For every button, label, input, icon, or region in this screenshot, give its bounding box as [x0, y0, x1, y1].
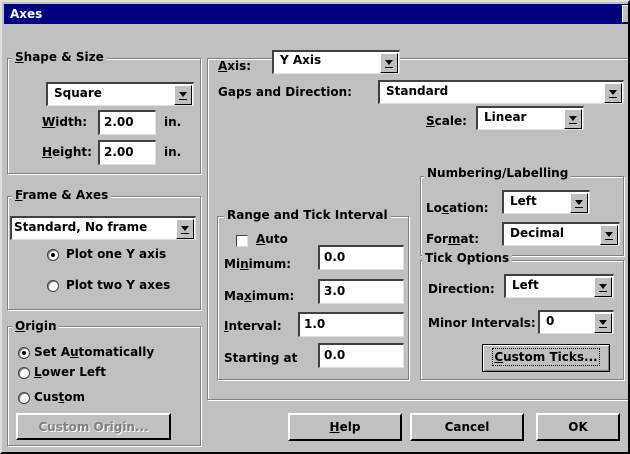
direction-label: Direction:: [428, 282, 495, 296]
axis-value: Y Axis: [280, 53, 322, 67]
minimum-field[interactable]: 0.0: [318, 245, 404, 270]
axes-dialog: Axes ✕ Shape & Size Square Width: 2.00 i…: [0, 0, 630, 454]
chevron-down-icon[interactable]: [176, 219, 194, 239]
frame-axes-title: Frame & Axes: [12, 188, 112, 202]
cancel-button[interactable]: Cancel: [410, 413, 524, 441]
chevron-down-icon[interactable]: [564, 109, 582, 129]
set-automatically-radio[interactable]: [18, 347, 30, 359]
location-label: Location:: [426, 201, 489, 215]
axis-label: Axis:: [218, 59, 252, 73]
custom-origin-button[interactable]: Custom Origin...: [16, 413, 171, 440]
direction-value: Left: [512, 278, 539, 292]
range-title: Range and Tick Interval: [224, 208, 391, 222]
help-button[interactable]: Help: [288, 413, 402, 441]
gaps-direction-label: Gaps and Direction:: [218, 85, 352, 99]
axis-dropdown[interactable]: Y Axis: [272, 50, 400, 74]
lower-left-radio[interactable]: [18, 367, 30, 379]
custom-ticks-button[interactable]: Custom Ticks...: [482, 344, 610, 372]
custom-radio[interactable]: [18, 392, 30, 404]
frame-dropdown[interactable]: Standard, No frame: [10, 216, 196, 240]
chevron-down-icon[interactable]: [600, 225, 618, 245]
custom-label: Custom: [34, 390, 85, 404]
chevron-down-icon[interactable]: [570, 193, 588, 213]
width-label: Width:: [42, 115, 88, 129]
chevron-down-icon[interactable]: [604, 83, 622, 103]
plot-two-radio[interactable]: [47, 280, 59, 292]
starting-at-field[interactable]: 0.0: [318, 343, 404, 368]
plot-one-label: Plot one Y axis: [66, 247, 167, 261]
width-unit: in.: [164, 115, 182, 129]
title-bar: Axes ✕: [4, 4, 628, 24]
frame-value: Standard, No frame: [14, 220, 148, 234]
location-value: Left: [510, 194, 537, 208]
location-dropdown[interactable]: Left: [502, 190, 590, 214]
chevron-down-icon[interactable]: [380, 53, 398, 73]
height-field[interactable]: 2.00: [98, 140, 156, 165]
minor-intervals-value: 0: [546, 314, 555, 328]
chevron-down-icon[interactable]: [594, 313, 612, 333]
chevron-down-icon[interactable]: [174, 85, 192, 105]
scale-dropdown[interactable]: Linear: [476, 106, 584, 130]
direction-dropdown[interactable]: Left: [504, 274, 614, 298]
set-automatically-label: Set Automatically: [34, 345, 155, 359]
tick-options-title: Tick Options: [422, 251, 513, 265]
format-value: Decimal: [510, 226, 565, 240]
gaps-direction-dropdown[interactable]: Standard: [378, 80, 624, 104]
maximum-field[interactable]: 3.0: [318, 279, 404, 304]
interval-field[interactable]: 1.0: [298, 312, 404, 337]
interval-label: Interval:: [224, 319, 282, 333]
ok-button[interactable]: OK: [536, 413, 620, 441]
minimum-label: Minimum:: [224, 257, 292, 271]
format-dropdown[interactable]: Decimal: [502, 222, 620, 246]
format-label: Format:: [426, 232, 480, 246]
shape-dropdown[interactable]: Square: [46, 82, 194, 106]
scale-value: Linear: [484, 110, 527, 124]
auto-checkbox[interactable]: [236, 235, 248, 247]
auto-label: Auto: [256, 232, 288, 246]
chevron-down-icon[interactable]: [594, 277, 612, 297]
numbering-title: Numbering/Labelling: [424, 166, 572, 180]
minor-intervals-label: Minor Intervals:: [428, 316, 536, 330]
starting-at-label: Starting at: [224, 351, 298, 365]
height-label: Height:: [42, 145, 92, 159]
minor-intervals-dropdown[interactable]: 0: [538, 310, 614, 334]
dialog-title: Axes: [10, 7, 43, 21]
origin-title: Origin: [12, 319, 60, 333]
width-field[interactable]: 2.00: [98, 110, 156, 135]
close-icon[interactable]: ✕: [622, 5, 628, 23]
height-unit: in.: [164, 145, 182, 159]
gaps-direction-value: Standard: [386, 84, 449, 98]
plot-one-radio[interactable]: [47, 249, 59, 261]
maximum-label: Maximum:: [224, 289, 295, 303]
plot-two-label: Plot two Y axes: [66, 278, 171, 292]
scale-label: Scale:: [426, 114, 467, 128]
shape-value: Square: [54, 86, 102, 100]
shape-size-title: Shape & Size: [12, 50, 107, 64]
lower-left-label: Lower Left: [34, 365, 106, 379]
